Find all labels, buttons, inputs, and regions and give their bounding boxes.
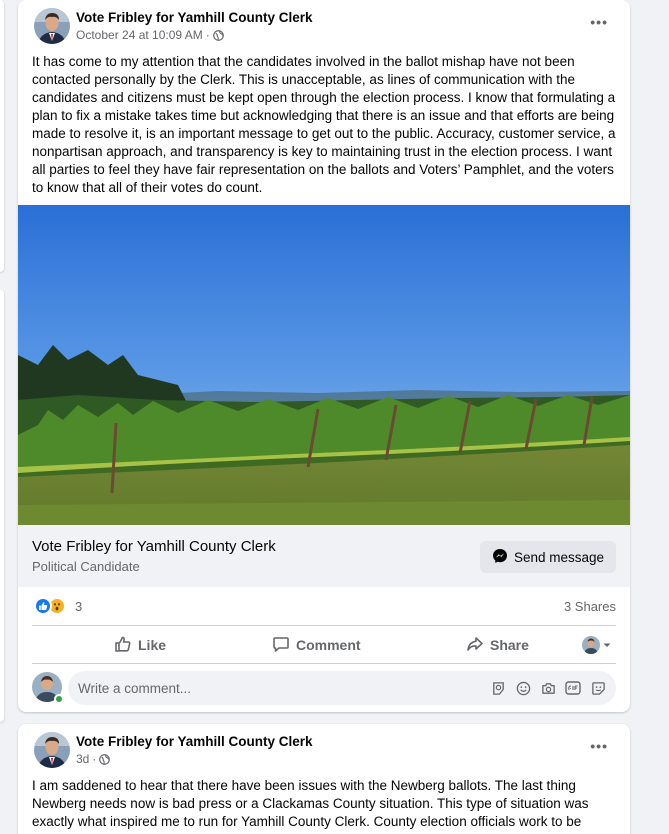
post-text: It has come to my attention that the can… xyxy=(32,54,616,195)
share-arrow-icon xyxy=(466,635,484,656)
post-meta: October 24 at 10:09 AM · xyxy=(76,28,224,42)
avatar-sticker-icon[interactable] xyxy=(490,680,506,696)
divider xyxy=(32,663,616,664)
more-options-button[interactable]: ••• xyxy=(590,14,608,30)
comment-icon xyxy=(272,635,290,656)
post-actions: Like Comment Share xyxy=(32,627,616,663)
page-card[interactable]: Vote Fribley for Yamhill County Clerk Po… xyxy=(18,525,630,587)
meta-separator: · xyxy=(205,28,210,42)
page-card-category: Political Candidate xyxy=(32,559,140,574)
author-name[interactable]: Vote Fribley for Yamhill County Clerk xyxy=(76,10,313,25)
feed-post: Vote Fribley for Yamhill County Clerk Oc… xyxy=(18,0,630,712)
more-options-button[interactable]: ••• xyxy=(590,738,608,754)
author-name[interactable]: Vote Fribley for Yamhill County Clerk xyxy=(76,734,313,749)
share-count[interactable]: 3 Shares xyxy=(564,599,616,614)
post-header: Vote Fribley for Yamhill County Clerk 3d… xyxy=(18,724,630,774)
gif-icon[interactable] xyxy=(565,680,581,696)
comment-placeholder: Write a comment... xyxy=(78,681,192,696)
post-text: I am saddened to hear that there have be… xyxy=(32,778,589,829)
chevron-down-icon xyxy=(602,637,612,653)
comment-button[interactable]: Comment xyxy=(232,627,418,663)
author-avatar[interactable] xyxy=(34,8,70,44)
left-column-card-bottom xyxy=(0,290,4,722)
send-message-label: Send message xyxy=(513,549,604,565)
messenger-icon xyxy=(492,548,508,567)
feed-post: Vote Fribley for Yamhill County Clerk 3d… xyxy=(18,724,630,834)
globe-icon xyxy=(99,753,111,765)
left-column-card-top xyxy=(0,0,4,272)
comment-composer: Write a comment... xyxy=(18,670,630,706)
like-label: Like xyxy=(138,637,167,653)
camera-icon[interactable] xyxy=(540,680,556,696)
emoji-icon[interactable] xyxy=(515,680,531,696)
post-timestamp[interactable]: 3d xyxy=(76,752,89,766)
comment-label: Comment xyxy=(296,637,361,653)
page-card-name[interactable]: Vote Fribley for Yamhill County Clerk xyxy=(32,538,276,555)
online-status-dot xyxy=(54,694,64,704)
sticker-icon[interactable] xyxy=(590,680,606,696)
author-avatar[interactable] xyxy=(34,732,70,768)
reaction-icons[interactable] xyxy=(34,597,66,615)
like-reaction-icon xyxy=(34,597,52,615)
post-meta: 3d · xyxy=(76,752,111,766)
send-message-button[interactable]: Send message xyxy=(479,541,616,573)
reaction-count[interactable]: 3 xyxy=(75,599,82,614)
divider xyxy=(32,625,616,626)
meta-separator: · xyxy=(92,752,97,766)
post-photo[interactable] xyxy=(18,205,630,525)
profile-avatar xyxy=(582,636,600,654)
comment-input[interactable]: Write a comment... xyxy=(68,671,616,705)
globe-icon xyxy=(212,29,224,41)
comment-tools xyxy=(490,680,606,696)
post-timestamp[interactable]: October 24 at 10:09 AM xyxy=(76,28,203,42)
share-button[interactable]: Share xyxy=(418,627,556,663)
reactions-bar: 3 3 Shares xyxy=(18,594,630,618)
react-as-selector[interactable] xyxy=(556,627,616,663)
like-button[interactable]: Like xyxy=(32,627,232,663)
post-header: Vote Fribley for Yamhill County Clerk Oc… xyxy=(18,0,630,50)
thumbs-up-icon xyxy=(114,635,132,656)
share-label: Share xyxy=(490,637,529,653)
